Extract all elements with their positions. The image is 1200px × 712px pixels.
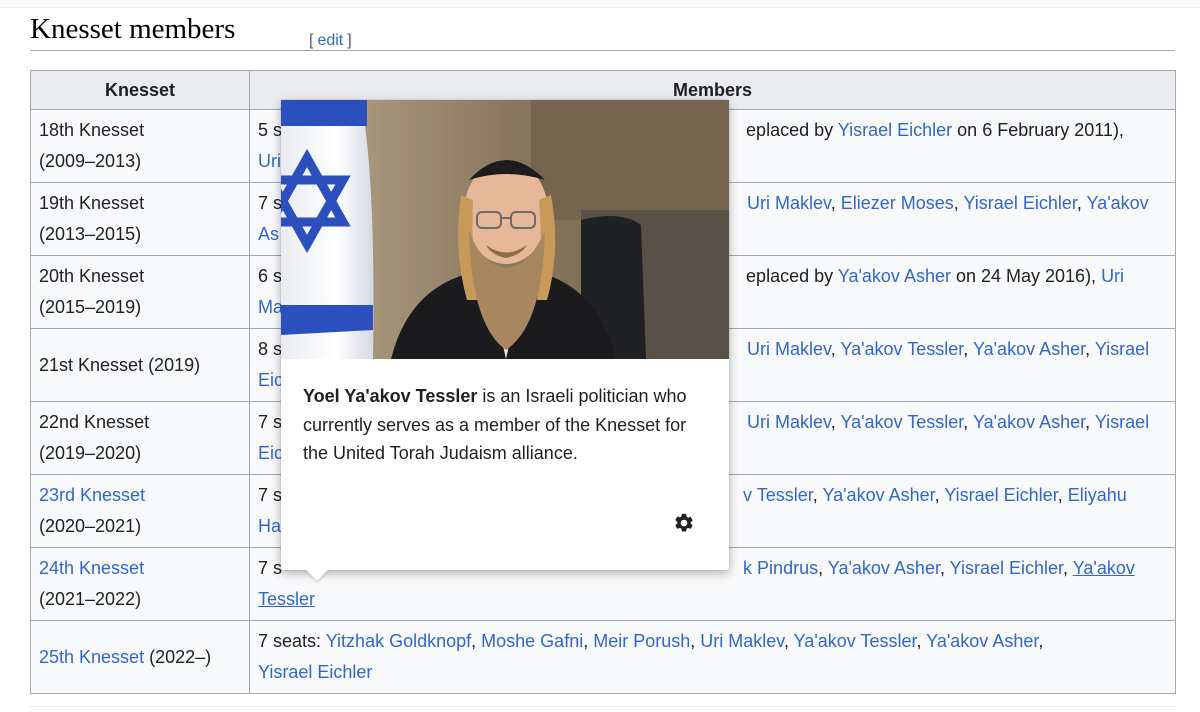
member-link[interactable]: Yisrael — [1095, 339, 1149, 359]
knesset-period: (2020–2021) — [39, 516, 142, 536]
member-link[interactable]: Yisrael Eichler — [258, 662, 372, 682]
knesset-period: (2015–2019) — [39, 297, 142, 317]
member-link[interactable]: Ya'akov — [1087, 193, 1149, 213]
member-link-hovered[interactable]: Tessler — [258, 589, 315, 609]
preview-extract: Yoel Ya'akov Tessler is an Israeli polit… — [303, 382, 708, 468]
knesset-cell: 20th Knesset (2015–2019) — [30, 255, 250, 329]
member-link[interactable]: Ya'akov Tessler — [840, 412, 963, 432]
gear-icon[interactable] — [673, 512, 695, 534]
member-link[interactable]: Ya'akov Asher — [973, 412, 1085, 432]
members-start: 7 s — [258, 485, 283, 505]
knesset-label: 21st Knesset (2019) — [39, 354, 201, 375]
knesset-cell: 22nd Knesset (2019–2020) — [30, 401, 250, 475]
knesset-period: (2009–2013) — [39, 151, 142, 171]
member-link[interactable]: Uri — [1101, 266, 1124, 286]
members-start: 5 s — [258, 120, 283, 140]
knesset-period: (2013–2015) — [39, 224, 142, 244]
member-link[interactable]: Eic — [258, 443, 283, 463]
member-link[interactable]: Ha — [258, 516, 281, 536]
members-text: on 6 February 2011), — [952, 120, 1124, 140]
member-link[interactable]: Ya'akov Asher — [973, 339, 1085, 359]
table-row: 25th Knesset (2022–) 7 seats: Yitzhak Go… — [30, 620, 1176, 694]
member-link[interactable]: Meir Porush — [593, 631, 690, 651]
member-link[interactable]: v Tessler — [743, 485, 813, 505]
member-link[interactable]: Eliyahu — [1068, 485, 1127, 505]
edit-bracket-open: [ — [309, 32, 314, 49]
member-link[interactable]: Ya'akov Asher — [926, 631, 1038, 651]
member-link[interactable]: Ya'akov — [1073, 558, 1135, 578]
knesset-label: 22nd Knesset — [39, 412, 150, 432]
knesset-link[interactable]: 23rd Knesset — [39, 485, 145, 505]
section-heading: Knesset members [edit] — [30, 10, 1175, 51]
members-start: 7 s — [258, 412, 283, 432]
members-start: 7 s — [258, 558, 283, 578]
members-text: on 24 May 2016), — [950, 266, 1102, 286]
knesset-link[interactable]: 25th Knesset — [39, 647, 144, 667]
member-link[interactable]: Yisrael Eichler — [963, 193, 1076, 213]
section-title: Knesset members — [30, 13, 236, 45]
member-link[interactable]: Yisrael Eichler — [944, 485, 1057, 505]
members-start: 7 s — [258, 193, 283, 213]
knesset-period: (2021–2022) — [39, 589, 142, 609]
popup-pointer — [305, 569, 329, 581]
member-link[interactable]: As — [258, 224, 279, 244]
member-link[interactable]: Uri Maklev — [747, 412, 831, 432]
members-start: 8 s — [258, 339, 283, 359]
members-prefix: 7 seats: — [258, 631, 326, 651]
members-cell: 7 seats: Yitzhak Goldknopf, Moshe Gafni,… — [249, 620, 1176, 694]
member-link[interactable]: Uri — [258, 151, 281, 171]
member-link[interactable]: Ya'akov Asher — [838, 266, 951, 286]
member-link[interactable]: Ya'akov Asher — [822, 485, 934, 505]
knesset-label: 19th Knesset — [39, 193, 145, 213]
member-link[interactable]: Eliezer Moses — [841, 193, 954, 213]
member-link[interactable]: Uri Maklev — [747, 193, 831, 213]
member-link[interactable]: Eic — [258, 370, 283, 390]
header-knesset: Knesset — [30, 70, 250, 110]
members-start: 6 s — [258, 266, 283, 286]
knesset-cell: 19th Knesset (2013–2015) — [30, 182, 250, 256]
members-text: eplaced by — [746, 266, 838, 286]
member-link[interactable]: Uri Maklev — [747, 339, 831, 359]
member-link[interactable]: Ya'akov Tessler — [794, 631, 917, 651]
preview-title: Yoel Ya'akov Tessler — [303, 386, 478, 406]
knesset-cell: 21st Knesset (2019) — [30, 328, 250, 402]
member-link[interactable]: Ya'akov Asher — [828, 558, 940, 578]
page-preview-popup[interactable]: Yoel Ya'akov Tessler is an Israeli polit… — [281, 100, 729, 581]
knesset-link[interactable]: 24th Knesset — [39, 558, 144, 578]
edit-section: [edit] — [309, 32, 352, 50]
edit-link[interactable]: edit — [317, 32, 343, 49]
member-link[interactable]: Yisrael Eichler — [950, 558, 1063, 578]
knesset-period: (2022–) — [149, 646, 212, 667]
knesset-cell: 18th Knesset (2009–2013) — [30, 109, 250, 183]
knesset-period: (2019–2020) — [39, 443, 142, 463]
member-link[interactable]: Uri Maklev — [700, 631, 784, 651]
knesset-label: 20th Knesset — [39, 266, 145, 286]
knesset-label: 18th Knesset — [39, 120, 145, 140]
bottom-divider — [30, 706, 1176, 707]
member-link[interactable]: Ma — [258, 297, 283, 317]
knesset-cell: 25th Knesset (2022–) — [30, 620, 250, 694]
edit-bracket-close: ] — [347, 32, 352, 49]
member-link[interactable]: Ya'akov Tessler — [840, 339, 963, 359]
top-border — [0, 0, 1200, 8]
member-link[interactable]: Yisrael Eichler — [838, 120, 952, 140]
member-link[interactable]: Yitzhak Goldknopf — [326, 631, 471, 651]
portrait-image — [281, 100, 729, 359]
member-link[interactable]: Moshe Gafni — [481, 631, 583, 651]
knesset-cell: 24th Knesset (2021–2022) — [30, 547, 250, 621]
members-text: eplaced by — [746, 120, 838, 140]
member-link[interactable]: Yisrael — [1095, 412, 1149, 432]
member-link[interactable]: k Pindrus — [743, 558, 818, 578]
knesset-cell: 23rd Knesset (2020–2021) — [30, 474, 250, 548]
